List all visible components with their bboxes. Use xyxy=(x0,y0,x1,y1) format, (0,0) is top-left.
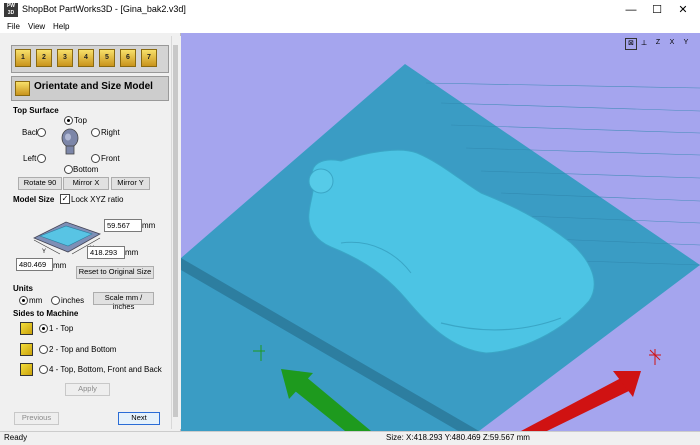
lock-xyz-label: Lock XYZ ratio xyxy=(71,195,124,204)
sides-1-label: 1 - Top xyxy=(49,324,74,333)
y-size-field[interactable]: 418.293 xyxy=(87,246,125,259)
scrollbar-thumb[interactable] xyxy=(173,45,178,417)
top-surface-front-label: Front xyxy=(101,154,120,163)
x-unit-label: mm xyxy=(53,261,67,270)
x-size-field[interactable]: 480.469 xyxy=(16,258,53,271)
sides-heading: Sides to Machine xyxy=(13,309,79,318)
orientate-stage-icon xyxy=(15,81,30,96)
step-2-icon[interactable]: 2 xyxy=(36,49,52,67)
units-mm-radio[interactable] xyxy=(19,296,28,305)
step-5-icon[interactable]: 5 xyxy=(99,49,115,67)
step-7-icon[interactable]: 7 xyxy=(141,49,157,67)
apply-button[interactable]: Apply xyxy=(65,383,110,396)
top-surface-right-radio[interactable] xyxy=(91,128,100,137)
units-inches-label: inches xyxy=(61,296,85,305)
fit-view-icon[interactable]: ⊠ xyxy=(625,38,637,50)
3d-viewport[interactable] xyxy=(181,33,700,431)
menu-file[interactable]: File xyxy=(7,22,20,31)
top-surface-bottom-radio[interactable] xyxy=(64,165,73,174)
status-size: Size: X:418.293 Y:480.469 Z:59.567 mm xyxy=(386,433,530,442)
sides-2-radio[interactable] xyxy=(39,345,48,354)
front-x-view-icon[interactable]: X xyxy=(667,38,677,48)
status-ready: Ready xyxy=(4,433,28,442)
top-surface-left-radio[interactable] xyxy=(37,154,46,163)
sides-4-label: 4 - Top, Bottom, Front and Back xyxy=(49,365,162,374)
lock-xyz-checkbox[interactable]: ✓ xyxy=(60,194,70,204)
top-z-view-icon[interactable]: Z xyxy=(653,38,663,48)
maximize-button[interactable]: ☐ xyxy=(644,2,670,18)
units-mm-label: mm xyxy=(29,296,43,305)
reset-original-size-button[interactable]: Reset to Original Size xyxy=(76,266,154,279)
extent-marker xyxy=(649,349,661,365)
step-1-icon[interactable]: 1 xyxy=(15,49,31,67)
z-unit-label: mm xyxy=(142,221,156,230)
head-orientation-icon xyxy=(58,128,82,156)
menu-bar xyxy=(0,20,700,33)
svg-text:Y: Y xyxy=(42,249,46,255)
top-surface-left-label: Left xyxy=(23,154,37,163)
top-surface-front-radio[interactable] xyxy=(91,154,100,163)
top-surface-top-radio[interactable] xyxy=(64,116,73,125)
sides-2-label: 2 - Top and Bottom xyxy=(49,345,117,354)
z-size-field[interactable]: 59.567 xyxy=(104,219,142,232)
units-inches-radio[interactable] xyxy=(51,296,60,305)
menu-help[interactable]: Help xyxy=(53,22,69,31)
scale-units-button[interactable]: Scale mm / inches xyxy=(93,292,154,311)
model-size-heading: Model Size xyxy=(13,195,55,204)
top-surface-heading: Top Surface xyxy=(13,106,59,115)
mirror-y-button[interactable]: Mirror Y xyxy=(111,177,150,190)
minimize-button[interactable]: — xyxy=(618,2,644,18)
next-button[interactable]: Next xyxy=(118,412,160,425)
mirror-x-button[interactable]: Mirror X xyxy=(63,177,109,190)
step-6-icon[interactable]: 6 xyxy=(120,49,136,67)
one-side-cube-icon xyxy=(20,322,33,335)
two-side-cube-icon xyxy=(20,343,33,356)
app-icon: PW 3D xyxy=(4,3,18,17)
top-surface-right-label: Right xyxy=(101,128,120,137)
menu-view[interactable]: View xyxy=(28,22,45,31)
close-button[interactable]: ✕ xyxy=(670,2,696,18)
step-4-icon[interactable]: 4 xyxy=(78,49,94,67)
window-title: ShopBot PartWorks3D - [Gina_bak2.v3d] xyxy=(22,4,186,14)
top-surface-back-radio[interactable] xyxy=(37,128,46,137)
stage-title: Orientate and Size Model xyxy=(34,81,153,92)
status-bar xyxy=(0,431,700,445)
top-surface-bottom-label: Bottom xyxy=(73,165,99,174)
iso-view-icon[interactable]: ⟂ xyxy=(639,38,649,48)
sides-1-radio[interactable] xyxy=(39,324,48,333)
sides-4-radio[interactable] xyxy=(39,365,48,374)
previous-button[interactable]: Previous xyxy=(14,412,59,425)
four-side-cube-icon xyxy=(20,363,33,376)
top-surface-top-label: Top xyxy=(74,116,87,125)
y-unit-label: mm xyxy=(125,248,139,257)
step-3-icon[interactable]: 3 xyxy=(57,49,73,67)
side-y-view-icon[interactable]: Y xyxy=(681,38,691,48)
units-heading: Units xyxy=(13,284,33,293)
rotate-90-button[interactable]: Rotate 90 xyxy=(18,177,62,190)
